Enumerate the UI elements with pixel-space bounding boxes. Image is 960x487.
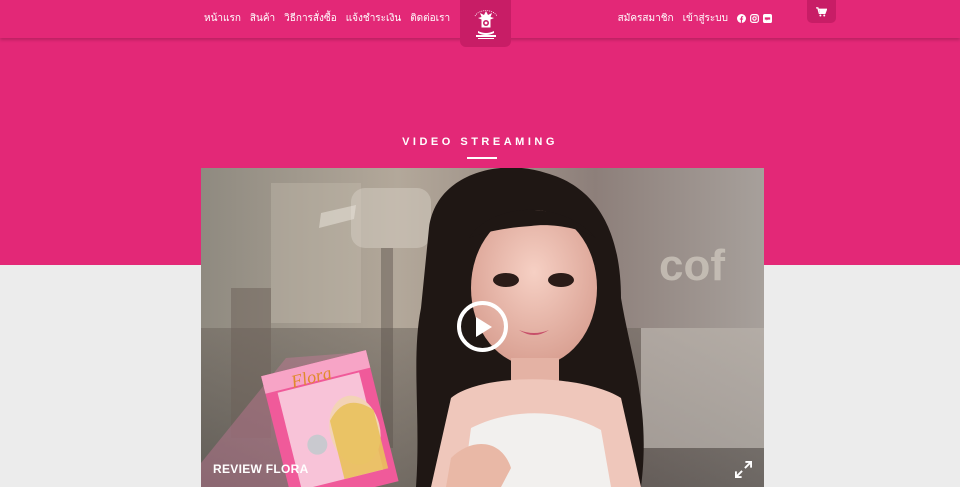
nav-link-how-to-order[interactable]: วิธีการสั่งซื้อ	[284, 11, 337, 26]
account-menu: สมัครสมาชิก เข้าสู่ระบบ	[618, 11, 772, 26]
facebook-icon[interactable]	[737, 14, 746, 23]
social-links	[737, 14, 772, 23]
play-icon	[475, 316, 492, 337]
nav-link-contact[interactable]: ติดต่อเรา	[410, 11, 450, 26]
section-title: VIDEO STREAMING	[402, 136, 558, 148]
instagram-icon[interactable]	[750, 14, 759, 23]
play-button[interactable]	[457, 301, 508, 352]
crest-logo-icon	[474, 9, 497, 39]
line-icon[interactable]	[763, 14, 772, 23]
video-caption: REVIEW FLORA	[213, 462, 309, 476]
nav-link-payment-notify[interactable]: แจ้งชำระเงิน	[346, 11, 401, 26]
register-link[interactable]: สมัครสมาชิก	[618, 11, 674, 26]
title-underline	[467, 157, 497, 159]
fullscreen-icon[interactable]	[735, 461, 752, 478]
site-logo[interactable]	[460, 0, 511, 47]
main-menu: หน้าแรก สินค้า วิธีการสั่งซื้อ แจ้งชำระเ…	[204, 11, 450, 26]
login-link[interactable]: เข้าสู่ระบบ	[683, 11, 728, 26]
video-player[interactable]: cof Flora REVIEW FLORA	[201, 168, 764, 487]
nav-link-home[interactable]: หน้าแรก	[204, 11, 241, 26]
cart-icon	[816, 6, 827, 16]
svg-text:cof: cof	[659, 241, 725, 290]
nav-link-products[interactable]: สินค้า	[250, 11, 275, 26]
cart-button[interactable]	[807, 0, 836, 23]
